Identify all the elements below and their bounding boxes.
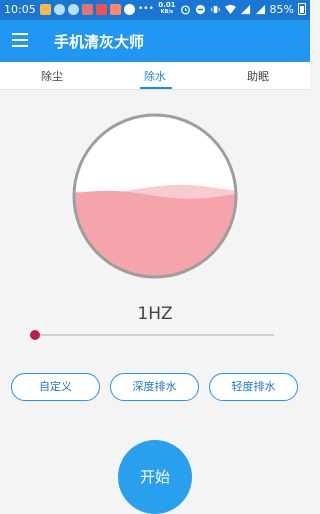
signal-icon	[240, 4, 250, 14]
more-dots-icon: •••	[138, 4, 154, 14]
tab-water[interactable]: 除水	[125, 68, 185, 84]
news-icon	[96, 4, 107, 15]
tab-bar: 除尘 除水 助眠	[0, 62, 310, 90]
tab-sleep[interactable]: 助眠	[228, 68, 288, 84]
frequency-label: 1HZ	[137, 304, 173, 324]
alarm-icon	[180, 4, 190, 14]
wave-front	[75, 190, 235, 276]
status-time: 10:05	[4, 3, 36, 16]
do-not-disturb-icon	[195, 4, 205, 14]
light-drain-button[interactable]: 轻度排水	[209, 373, 298, 401]
weibo-icon	[40, 4, 51, 15]
start-button[interactable]: 开始	[118, 440, 192, 514]
frequency-slider-track[interactable]	[34, 334, 274, 336]
tab-active-indicator	[140, 87, 172, 89]
app-icon	[124, 4, 135, 15]
notification-icons: •••	[40, 4, 154, 15]
app-title: 手机清灰大师	[54, 33, 145, 51]
game-icon	[110, 4, 121, 15]
news-icon	[82, 4, 93, 15]
water-level-gauge	[72, 113, 238, 279]
wifi-icon	[224, 4, 236, 14]
frequency-slider-thumb[interactable]	[30, 330, 40, 340]
tab-dust[interactable]: 除尘	[22, 68, 82, 84]
battery-percent: 85%	[269, 2, 294, 16]
hamburger-menu-icon[interactable]	[12, 33, 28, 49]
custom-mode-button[interactable]: 自定义	[11, 373, 100, 401]
net-speed: 0.01 KB/s	[158, 1, 176, 16]
status-bar: 10:05 ••• 0.01 KB/s 85%	[0, 0, 310, 20]
settings-gear-icon	[54, 4, 65, 15]
status-right: 0.01 KB/s 85%	[158, 2, 306, 16]
app-bar: 手机清灰大师	[0, 20, 310, 62]
settings-gear-icon	[68, 4, 79, 15]
battery-icon	[298, 3, 306, 15]
vibrate-icon	[210, 5, 220, 13]
deep-drain-button[interactable]: 深度排水	[110, 373, 199, 401]
signal-icon	[255, 4, 265, 14]
